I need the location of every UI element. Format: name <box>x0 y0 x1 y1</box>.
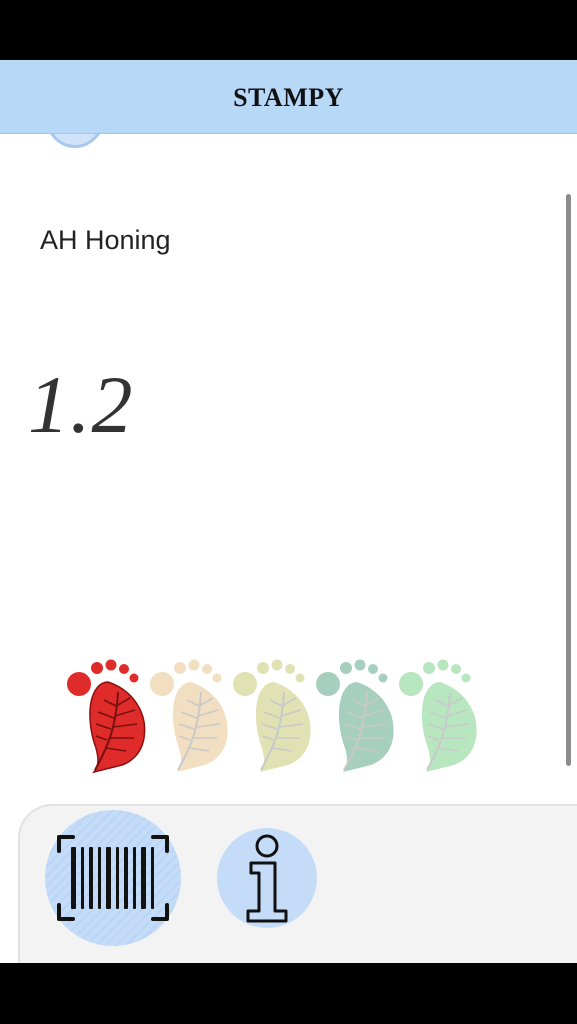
footprint-icon <box>399 659 477 772</box>
product-detail-view[interactable]: AH Honing 1.2 <box>0 134 577 963</box>
app-header: STAMPY <box>0 60 577 134</box>
info-icon <box>246 834 288 923</box>
scrollbar[interactable] <box>566 194 571 766</box>
footprint-icon <box>150 659 228 772</box>
footprint-icon <box>316 659 394 772</box>
product-name: AH Honing <box>40 225 171 255</box>
info-button[interactable] <box>217 828 317 928</box>
barcode-scan-icon <box>57 835 169 921</box>
action-panel <box>18 804 577 963</box>
status-bar <box>0 0 577 60</box>
scan-barcode-button[interactable] <box>45 810 181 946</box>
footprint-rating <box>62 654 492 774</box>
app-title: STAMPY <box>233 82 344 112</box>
footprint-icon <box>233 659 311 772</box>
footprint-score: 1.2 <box>28 359 134 450</box>
footprint-icon <box>67 659 146 774</box>
bottom-bar <box>0 963 577 1024</box>
app-screen: STAMPY AH Honing 1.2 <box>0 0 577 1024</box>
scrolled-button-peek[interactable] <box>45 134 105 148</box>
